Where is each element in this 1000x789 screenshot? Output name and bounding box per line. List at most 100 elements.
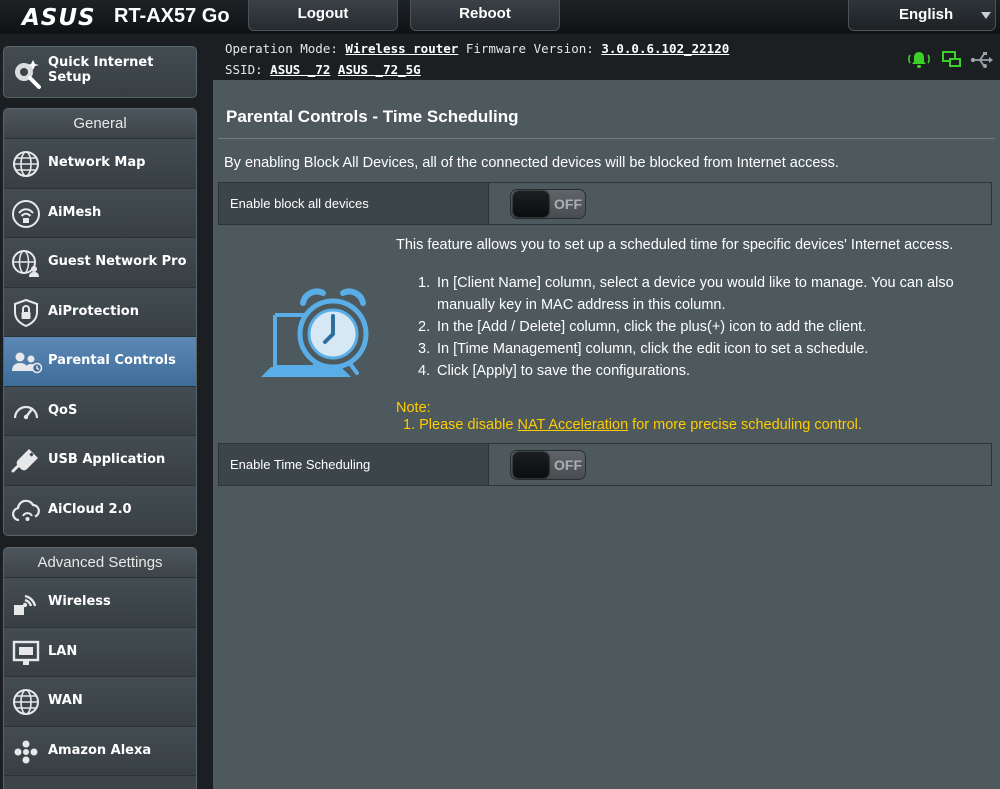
toggle-knob: [513, 191, 549, 217]
lan-icon: [11, 638, 41, 668]
sidebar-item-aiprotection[interactable]: AiProtection: [4, 287, 196, 337]
operation-mode-label: Operation Mode:: [225, 41, 338, 56]
main-content: Parental Controls - Time Scheduling By e…: [213, 80, 1000, 789]
top-bar: ASUS RT-AX57 Go Logout Reboot English: [0, 0, 1000, 34]
usb-application-icon: [11, 446, 41, 476]
sidebar-item-aicloud[interactable]: AiCloud 2.0: [4, 485, 196, 535]
block-all-devices-toggle[interactable]: OFF: [510, 189, 586, 219]
page-title: Parental Controls - Time Scheduling: [226, 107, 519, 126]
ssid-5g-link[interactable]: ASUS _72_5G: [338, 62, 421, 77]
instruction-step: 3. In [Time Management] column, click th…: [418, 338, 983, 360]
sidebar-general: General Network Map AiMesh Guest Network…: [3, 108, 197, 536]
general-title: General: [4, 109, 196, 139]
note-title: Note:: [396, 400, 431, 416]
sidebar-item-amazon-alexa[interactable]: Amazon Alexa: [4, 726, 196, 776]
toggle-state: OFF: [554, 457, 582, 473]
network-status-icon[interactable]: [941, 50, 963, 75]
nat-acceleration-link[interactable]: NAT Acceleration: [517, 417, 628, 433]
sidebar-item-label: Wireless: [48, 594, 111, 609]
step-number: 3.: [418, 341, 431, 357]
step-number: 1.: [418, 275, 431, 291]
sidebar-item-label: Network Map: [48, 155, 146, 170]
sidebar-item-label: USB Application: [48, 452, 166, 467]
notification-bell-icon[interactable]: [907, 50, 931, 75]
status-line-2: SSID: ASUS _72 ASUS _72_5G: [225, 62, 421, 77]
router-model: RT-AX57 Go: [114, 5, 230, 27]
sidebar-item-parental-controls[interactable]: Parental Controls: [4, 337, 196, 387]
operation-mode-link[interactable]: Wireless router: [345, 41, 458, 56]
sidebar-item-wan[interactable]: WAN: [4, 677, 196, 727]
sidebar-item-label: QoS: [48, 402, 78, 418]
usb-icon[interactable]: [970, 50, 994, 75]
guest-network-icon: [11, 248, 41, 278]
chevron-down-icon: [981, 12, 991, 19]
sidebar-advanced: Advanced Settings Wireless LAN WAN Amazo…: [3, 547, 197, 789]
aicloud-icon: [11, 496, 41, 526]
sidebar-item-label: AiProtection: [48, 303, 139, 319]
sidebar-item-qos[interactable]: QoS: [4, 386, 196, 436]
block-all-description: By enabling Block All Devices, all of th…: [224, 155, 839, 171]
sidebar-item-usb-application[interactable]: USB Application: [4, 436, 196, 486]
alarm-clock-laptop-icon: [253, 285, 383, 385]
wireless-icon: [11, 588, 41, 618]
sidebar-item-label: AiMesh: [48, 204, 102, 220]
instruction-step: 1. In [Client Name] column, select a dev…: [418, 272, 983, 316]
alexa-icon: [11, 737, 41, 767]
ssid-label: SSID:: [225, 62, 263, 77]
status-header: Operation Mode: Wireless router Firmware…: [213, 34, 1000, 80]
sidebar-item-label: LAN: [48, 643, 78, 659]
qos-icon: [11, 397, 41, 427]
step-text: In [Client Name] column, select a device…: [437, 275, 954, 313]
ssid-2g-link[interactable]: ASUS _72: [270, 62, 330, 77]
instruction-step: 4. Click [Apply] to save the configurati…: [418, 360, 983, 382]
aimesh-icon: [11, 199, 41, 229]
sidebar-item-wireless[interactable]: Wireless: [4, 578, 196, 628]
status-line-1: Operation Mode: Wireless router Firmware…: [225, 41, 729, 56]
toggle-state: OFF: [554, 196, 582, 212]
network-map-icon: [11, 149, 41, 179]
time-scheduling-label: Enable Time Scheduling: [219, 444, 489, 485]
step-number: 2.: [418, 319, 431, 335]
wan-icon: [11, 687, 41, 717]
note-suffix: for more precise scheduling control.: [628, 417, 862, 433]
sidebar-item-aimesh[interactable]: AiMesh: [4, 188, 196, 238]
firmware-link[interactable]: 3.0.0.6.102_22120: [601, 41, 729, 56]
language-select[interactable]: English: [848, 0, 996, 31]
sidebar-item-label: Parental Controls: [48, 353, 176, 368]
aiprotection-icon: [11, 298, 41, 328]
reboot-button[interactable]: Reboot: [410, 0, 560, 31]
language-value: English: [899, 6, 954, 23]
block-all-devices-label: Enable block all devices: [219, 183, 489, 224]
asus-logo: ASUS: [22, 5, 96, 31]
toggle-knob: [513, 452, 549, 478]
step-text: Click [Apply] to save the configurations…: [437, 363, 691, 379]
note-prefix: 1. Please disable: [403, 417, 518, 433]
step-number: 4.: [418, 363, 431, 379]
instruction-steps: 1. In [Client Name] column, select a dev…: [418, 272, 983, 382]
step-text: In the [Add / Delete] column, click the …: [437, 319, 867, 335]
title-divider: [218, 138, 995, 139]
sidebar-item-lan[interactable]: LAN: [4, 627, 196, 677]
instruction-step: 2. In the [Add / Delete] column, click t…: [418, 316, 983, 338]
sidebar-item-guest-network-pro[interactable]: Guest Network Pro: [4, 238, 196, 288]
block-all-devices-value: OFF: [490, 183, 991, 224]
note-item: 1. Please disable NAT Acceleration for m…: [403, 417, 862, 433]
logout-button[interactable]: Logout: [248, 0, 398, 31]
advanced-settings-title: Advanced Settings: [4, 548, 196, 578]
time-scheduling-row: Enable Time Scheduling OFF: [218, 443, 992, 486]
block-all-devices-row: Enable block all devices OFF: [218, 182, 992, 225]
sidebar-item-label: Amazon Alexa: [48, 742, 152, 758]
parental-controls-icon: [11, 347, 43, 377]
quick-internet-setup-button[interactable]: Quick Internet Setup: [3, 46, 197, 98]
sidebar-item-label: AiCloud 2.0: [48, 501, 132, 517]
setup-wizard-icon: [11, 57, 43, 89]
time-scheduling-value: OFF: [490, 444, 991, 485]
quick-internet-setup-label: Quick Internet Setup: [48, 55, 154, 85]
step-text: In [Time Management] column, click the e…: [437, 341, 869, 357]
sidebar-item-network-map[interactable]: Network Map: [4, 139, 196, 189]
sidebar-item-label: WAN: [48, 693, 83, 708]
time-scheduling-toggle[interactable]: OFF: [510, 450, 586, 480]
sidebar-item-label: Guest Network Pro: [48, 254, 187, 269]
feature-intro: This feature allows you to set up a sche…: [396, 237, 954, 253]
firmware-label: Firmware Version:: [465, 41, 594, 56]
